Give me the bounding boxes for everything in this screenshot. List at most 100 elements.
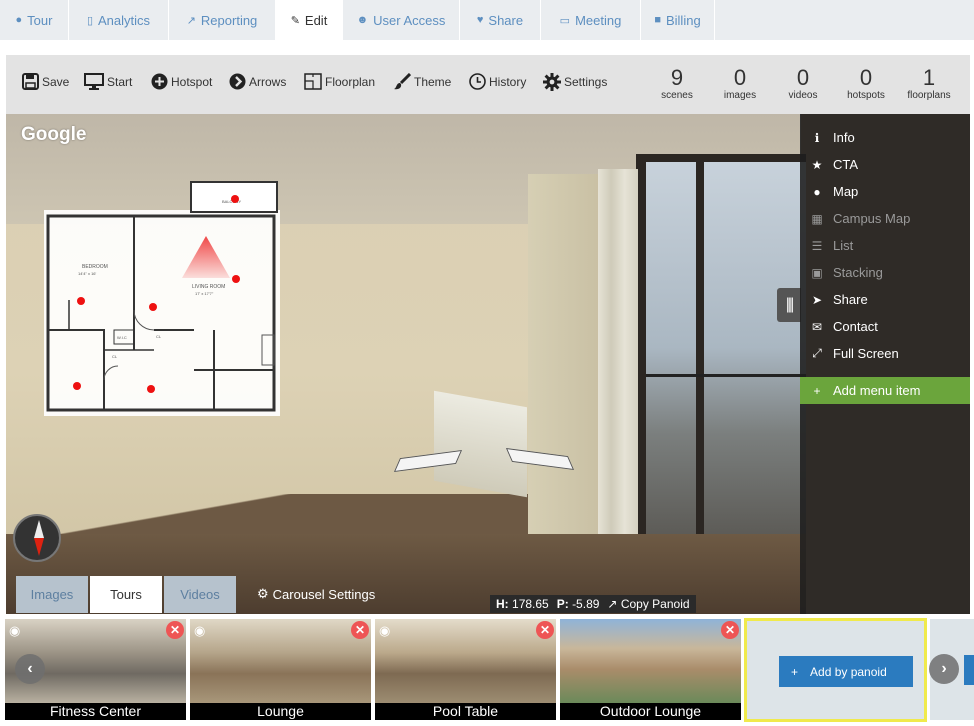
plus-icon: +: [813, 383, 821, 398]
add-scene-panel: + Add by panoid: [744, 618, 927, 722]
scene-thumbnail: [560, 619, 741, 703]
plan-label-closet: CL: [112, 354, 118, 359]
map-pin-icon: ●: [813, 184, 821, 199]
carousel-next-button[interactable]: ›: [929, 654, 959, 684]
tour-menu-panel: ℹ Info ★ CTA ● Map ▦ Campus Map ☰ List ▣ Stack…: [800, 114, 970, 614]
menu-item-info[interactable]: ℹ Info: [810, 124, 855, 151]
scene-marker[interactable]: [231, 195, 239, 203]
line-chart-icon: ↗: [186, 14, 196, 27]
tab-edit[interactable]: ✎ Edit: [276, 0, 343, 40]
menu-item-full-screen[interactable]: ⤢ Full Screen: [810, 340, 899, 367]
tab-tours[interactable]: Tours: [90, 576, 162, 613]
stat-images: 0 images: [723, 65, 757, 102]
delete-scene-button[interactable]: ✕: [351, 621, 369, 639]
pencil-icon: ✎: [290, 14, 300, 27]
tab-analytics[interactable]: ▯ Analytics: [69, 0, 169, 40]
theme-button[interactable]: Theme: [393, 73, 451, 90]
heading-value: 178.65: [512, 597, 549, 611]
scene-thumbnail: [375, 619, 556, 703]
scene-caption: Lounge: [190, 703, 371, 720]
stat-scenes: 9 scenes: [661, 65, 693, 102]
scene-marker[interactable]: [149, 303, 157, 311]
add-menu-item-button[interactable]: + Add menu item: [800, 377, 970, 404]
paintbrush-icon: [394, 73, 411, 90]
stat-videos: 0 videos: [788, 65, 818, 102]
arrows-button[interactable]: Arrows: [229, 73, 286, 90]
chevron-right-icon: ›: [941, 660, 947, 677]
wall-pillar: [528, 174, 600, 544]
curtain: [598, 169, 638, 569]
compass-icon[interactable]: [13, 514, 61, 562]
clock-icon: [469, 73, 486, 90]
chevron-circle-right-icon: [229, 73, 246, 90]
list-icon: ☰: [811, 238, 823, 253]
scene-marker[interactable]: [232, 275, 240, 283]
carousel-prev-button[interactable]: ‹: [15, 654, 45, 684]
edit-toolbar: Save Start Hotspot Arrows Floorplan Them…: [6, 55, 970, 114]
delete-scene-button[interactable]: ✕: [536, 621, 554, 639]
tab-videos[interactable]: Videos: [164, 576, 236, 613]
menu-item-map[interactable]: ● Map: [810, 178, 858, 205]
scene-caption: Pool Table: [375, 703, 556, 720]
monitor-icon: ▭: [559, 14, 571, 27]
start-button[interactable]: Start: [84, 73, 132, 90]
eye-icon[interactable]: ◉: [379, 623, 390, 639]
carousel-settings-button[interactable]: ⚙ Carousel Settings: [257, 586, 375, 602]
hotspot-button[interactable]: Hotspot: [151, 73, 212, 90]
history-button[interactable]: History: [469, 73, 526, 90]
plus-icon: +: [791, 664, 799, 679]
expand-icon: ⤢: [812, 346, 822, 360]
eye-icon[interactable]: ◉: [9, 623, 20, 639]
scene-marker[interactable]: [147, 385, 155, 393]
save-button[interactable]: Save: [22, 73, 69, 90]
delete-scene-button[interactable]: ✕: [166, 621, 184, 639]
delete-scene-button[interactable]: ✕: [721, 621, 739, 639]
scene-card[interactable]: ✕ Outdoor Lounge: [560, 619, 741, 720]
copy-panoid-button[interactable]: ↗ Copy Panoid: [607, 597, 689, 611]
stat-hotspots: 0 hotspots: [847, 65, 885, 102]
menu-item-contact[interactable]: ✉ Contact: [810, 313, 878, 340]
add-by-panoid-button[interactable]: + Add by panoid: [779, 656, 913, 687]
eye-icon[interactable]: ◉: [194, 623, 205, 639]
bar-chart-icon: ▯: [86, 14, 94, 27]
window-mullion: [696, 159, 704, 584]
tab-tour[interactable]: ● Tour: [0, 0, 69, 40]
floorplan-button[interactable]: Floorplan: [304, 73, 375, 90]
google-logo: Google: [21, 124, 87, 145]
scene-thumbnail: [190, 619, 371, 703]
users-icon: ☻: [356, 14, 369, 26]
plan-label-wic: W.I.C: [117, 335, 127, 340]
tab-images[interactable]: Images: [16, 576, 88, 613]
plan-label-living-room: LIVING ROOM: [192, 284, 225, 290]
balcony-rail: [646, 374, 806, 377]
menu-toggle-handle[interactable]: |||: [777, 288, 801, 322]
plan-label-closet-2: CL: [156, 334, 162, 339]
tab-reporting[interactable]: ↗ Reporting: [169, 0, 276, 40]
map-marker-icon: ●: [15, 14, 23, 26]
gear-icon: [543, 73, 561, 91]
window-frame: [636, 154, 806, 584]
plan-label-living-size: 17' x 17'7": [195, 291, 214, 296]
pitch-value: -5.89: [572, 597, 600, 611]
scene-card[interactable]: ◉ ✕ Lounge: [190, 619, 371, 720]
tab-share[interactable]: ♥ Share: [460, 0, 541, 40]
floorplan-minimap[interactable]: BEDROOM 14'4" x 16' LIVING ROOM 17' x 17…: [44, 180, 280, 416]
tab-user-access[interactable]: ☻ User Access: [343, 0, 460, 40]
scene-card[interactable]: ◉ ✕ Pool Table: [375, 619, 556, 720]
menu-item-share[interactable]: ➤ Share: [810, 286, 868, 313]
plus-circle-icon: [151, 73, 168, 90]
menu-item-cta[interactable]: ★ CTA: [810, 151, 858, 178]
scene-marker[interactable]: [77, 297, 85, 305]
menu-item-list[interactable]: ☰ List: [810, 232, 854, 259]
menu-item-stacking[interactable]: ▣ Stacking: [810, 259, 883, 286]
settings-button[interactable]: Settings: [543, 73, 607, 91]
tab-billing[interactable]: ■ Billing: [641, 0, 715, 40]
panorama-viewer[interactable]: Google BEDROOM 14'4" x 16' LIVING ROOM 1…: [6, 114, 970, 614]
scene-marker[interactable]: [73, 382, 81, 390]
tab-meeting[interactable]: ▭ Meeting: [541, 0, 641, 40]
menu-item-campus-map[interactable]: ▦ Campus Map: [810, 205, 910, 232]
scene-caption: Fitness Center: [5, 703, 186, 720]
top-tabs: ● Tour ▯ Analytics ↗ Reporting ✎ Edit ☻ User …: [0, 0, 974, 40]
star-icon: ★: [811, 157, 823, 172]
external-link-icon: ↗: [607, 597, 618, 611]
